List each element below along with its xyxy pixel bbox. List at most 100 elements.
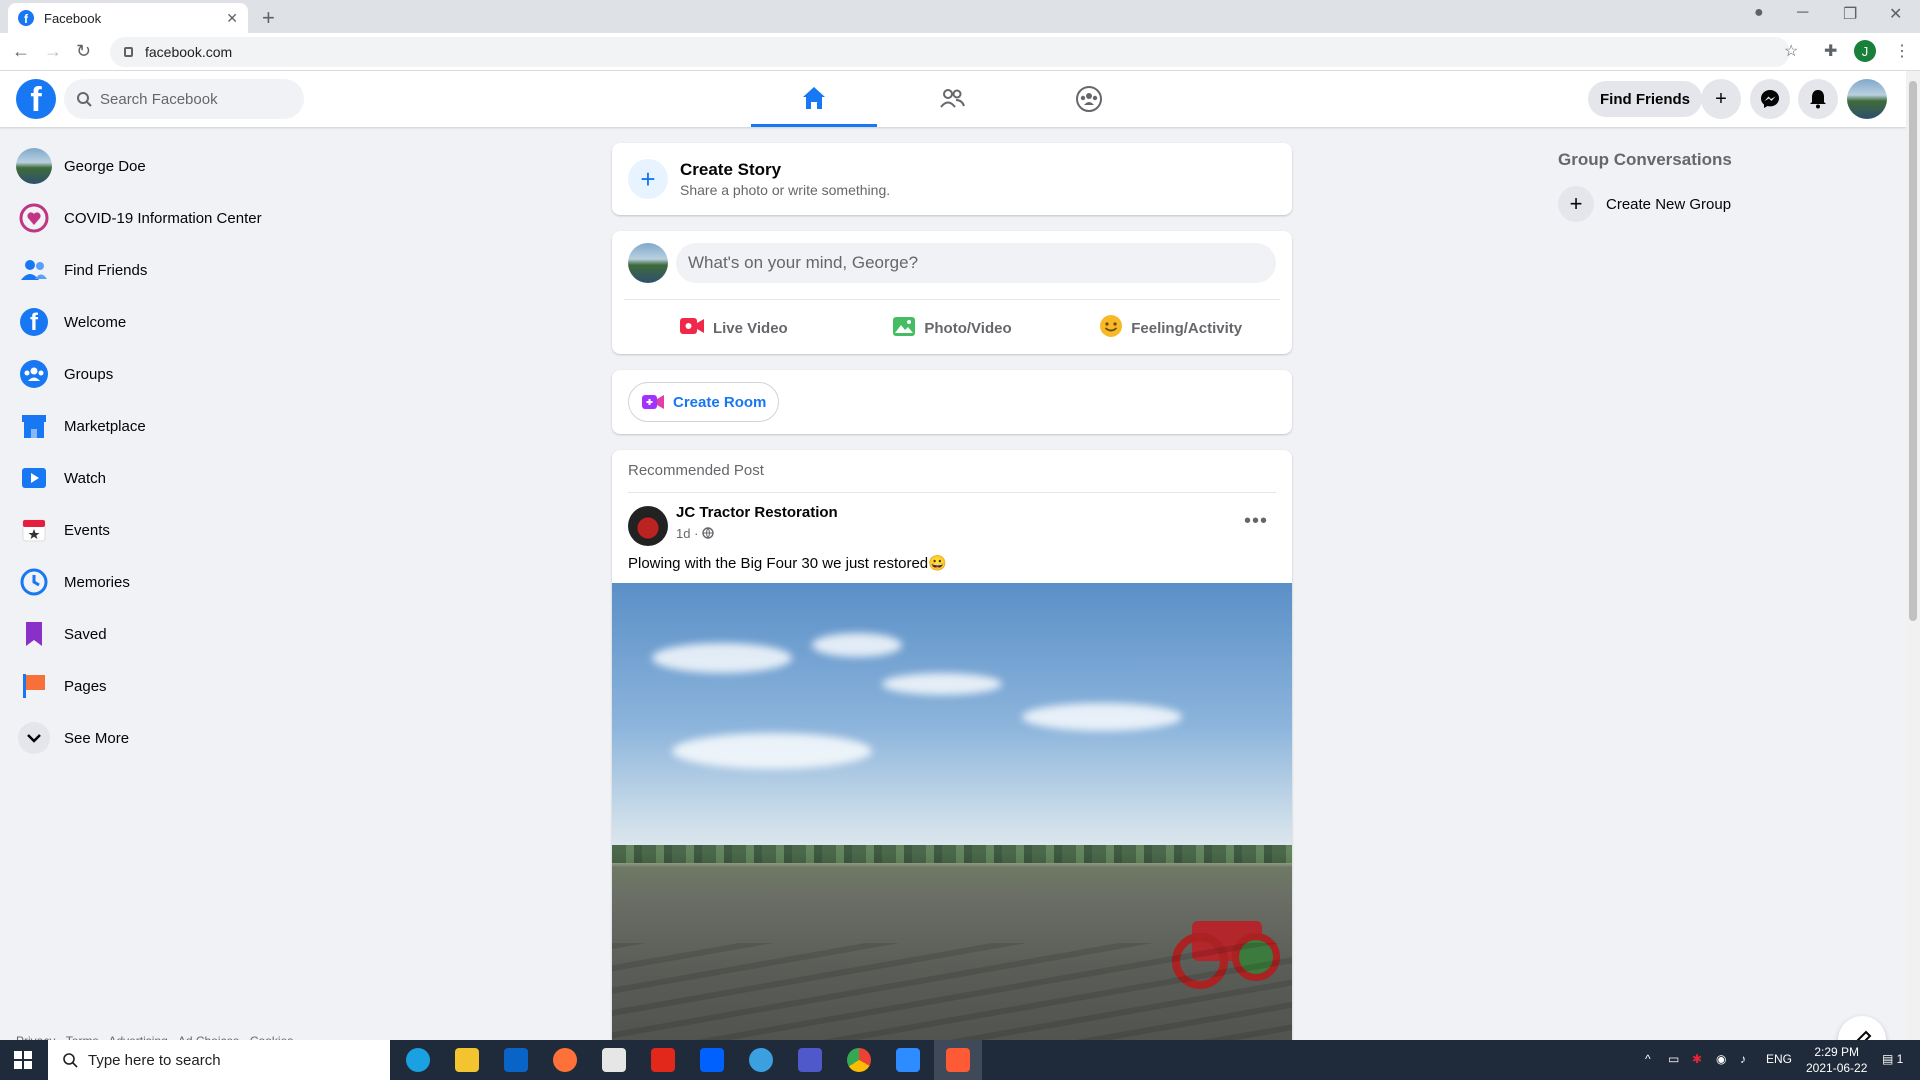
scrollbar-thumb[interactable] (1909, 81, 1917, 621)
post-video[interactable] (612, 583, 1292, 1080)
tab-friends[interactable] (889, 71, 1015, 127)
media-control-icon[interactable]: ● (1754, 4, 1764, 22)
post-timestamp[interactable]: 1d · (676, 526, 698, 541)
photo-video-button[interactable]: Photo/Video (843, 308, 1062, 348)
account-avatar[interactable] (1847, 79, 1887, 119)
facebook-search[interactable] (64, 79, 304, 119)
sidebar-item-events[interactable]: Events (8, 504, 358, 556)
tray-chevron-icon[interactable]: ^ (1645, 1052, 1651, 1066)
photo-video-label: Photo/Video (924, 319, 1012, 337)
composer-input[interactable]: What's on your mind, George? (676, 243, 1276, 283)
reload-icon[interactable]: ↻ (76, 41, 91, 62)
tab-groups[interactable] (1026, 71, 1152, 127)
file-explorer-icon[interactable] (455, 1048, 479, 1072)
post-author[interactable]: JC Tractor Restoration (676, 504, 838, 521)
office-icon[interactable] (651, 1048, 675, 1072)
notifications-bell-icon[interactable] (1798, 79, 1838, 119)
tray-app-icon[interactable]: ✱ (1692, 1052, 1702, 1066)
sidebar-item-covid[interactable]: COVID-19 Information Center (8, 192, 358, 244)
url-field[interactable]: facebook.com (110, 37, 1790, 67)
home-icon (803, 86, 825, 109)
tray-language[interactable]: ENG (1766, 1052, 1792, 1066)
rooms-card: Create Room (612, 370, 1292, 434)
create-room-button[interactable]: Create Room (628, 382, 780, 422)
notification-center-icon[interactable]: ▤ 1 (1882, 1052, 1903, 1066)
sidebar-item-label: Marketplace (64, 417, 146, 435)
sidebar-item-watch[interactable]: Watch (8, 452, 358, 504)
create-new-group-button[interactable]: + Create New Group (1558, 186, 1731, 222)
more-options-icon[interactable]: ••• (1244, 510, 1268, 533)
browser-tab[interactable]: f Facebook ✕ (8, 3, 248, 33)
back-icon[interactable]: ← (12, 41, 30, 62)
sidebar-item-profile[interactable]: George Doe (8, 140, 358, 192)
chrome-icon[interactable] (847, 1048, 871, 1072)
tray-wifi-icon[interactable]: ◉ (1716, 1052, 1726, 1066)
taskbar-search[interactable]: Type here to search (48, 1040, 390, 1080)
smiley-icon (1099, 314, 1123, 342)
browser-tabstrip: f Facebook ✕ + ● ─ ❐ ✕ (0, 0, 1920, 33)
page-avatar[interactable] (628, 506, 668, 546)
sidebar-item-find-friends[interactable]: Find Friends (8, 244, 358, 296)
page-scrollbar[interactable] (1906, 71, 1920, 1040)
bookmark-star-icon[interactable]: ☆ (1784, 41, 1798, 61)
sidebar-item-memories[interactable]: Memories (8, 556, 358, 608)
zoom-icon[interactable] (896, 1048, 920, 1072)
composer-actions: Live Video Photo/Video Feeling/Activity (624, 299, 1280, 348)
find-friends-button[interactable]: Find Friends (1588, 81, 1702, 117)
tray-network-icon[interactable]: ▭ (1668, 1052, 1679, 1066)
sidebar-item-label: Events (64, 521, 110, 539)
taskbar-clock[interactable]: 2:29 PM 2021-06-22 (1806, 1044, 1867, 1076)
new-tab-button[interactable]: + (262, 5, 275, 31)
create-story-card[interactable]: + Create Story Share a photo or write so… (612, 143, 1292, 215)
avatar[interactable] (628, 243, 668, 283)
screen-recorder-icon[interactable] (946, 1048, 970, 1072)
mail-icon[interactable] (504, 1048, 528, 1072)
firefox-icon[interactable] (553, 1048, 577, 1072)
messenger-icon[interactable] (1750, 79, 1790, 119)
tab-close-icon[interactable]: ✕ (226, 10, 238, 27)
sidebar-item-label: Saved (64, 625, 107, 643)
clock-date: 2021-06-22 (1806, 1061, 1868, 1075)
search-input[interactable] (100, 90, 280, 108)
facebook-logo-icon[interactable]: f (16, 79, 56, 119)
close-window-icon[interactable]: ✕ (1889, 4, 1902, 24)
teams-icon[interactable] (798, 1048, 822, 1072)
create-button[interactable]: + (1701, 79, 1741, 119)
edge-icon[interactable] (406, 1048, 430, 1072)
calculator-icon[interactable] (602, 1048, 626, 1072)
sidebar-item-label: Memories (64, 573, 130, 591)
restore-icon[interactable]: ❐ (1843, 4, 1857, 24)
sidebar-item-pages[interactable]: Pages (8, 660, 358, 712)
live-video-button[interactable]: Live Video (624, 308, 843, 348)
maps-icon[interactable] (749, 1048, 773, 1072)
sidebar-item-see-more[interactable]: See More (8, 712, 358, 764)
calendar-icon (16, 512, 52, 548)
minimize-icon[interactable]: ─ (1797, 4, 1808, 22)
groups-icon (16, 356, 52, 392)
extensions-icon[interactable]: ✚ (1824, 41, 1837, 61)
url-text: facebook.com (145, 44, 233, 60)
feed-post: Recommended Post JC Tractor Restoration … (612, 450, 1292, 1080)
forward-icon[interactable]: → (44, 41, 62, 62)
windows-start-icon[interactable] (14, 1051, 32, 1069)
browser-menu-icon[interactable]: ⋮ (1894, 41, 1910, 61)
browser-profile-avatar[interactable]: J (1854, 40, 1876, 62)
dropbox-icon[interactable] (700, 1048, 724, 1072)
tree-line (612, 845, 1292, 863)
address-bar-row: ← → ↻ facebook.com ☆ ✚ J ⋮ (0, 33, 1920, 71)
left-sidebar: George Doe COVID-19 Information Center F… (8, 140, 358, 764)
facebook-favicon-icon: f (18, 10, 34, 26)
tray-volume-icon[interactable]: ♪ (1740, 1052, 1746, 1066)
watch-icon (16, 460, 52, 496)
taskbar-search-placeholder: Type here to search (88, 1051, 221, 1069)
sidebar-item-saved[interactable]: Saved (8, 608, 358, 660)
sidebar-item-label: COVID-19 Information Center (64, 209, 262, 227)
sidebar-item-label: Watch (64, 469, 106, 487)
tab-home[interactable] (751, 71, 877, 127)
create-group-label: Create New Group (1606, 195, 1732, 213)
feeling-activity-button[interactable]: Feeling/Activity (1061, 308, 1280, 348)
groups-icon (1076, 86, 1102, 112)
sidebar-item-welcome[interactable]: f Welcome (8, 296, 358, 348)
sidebar-item-marketplace[interactable]: Marketplace (8, 400, 358, 452)
sidebar-item-groups[interactable]: Groups (8, 348, 358, 400)
